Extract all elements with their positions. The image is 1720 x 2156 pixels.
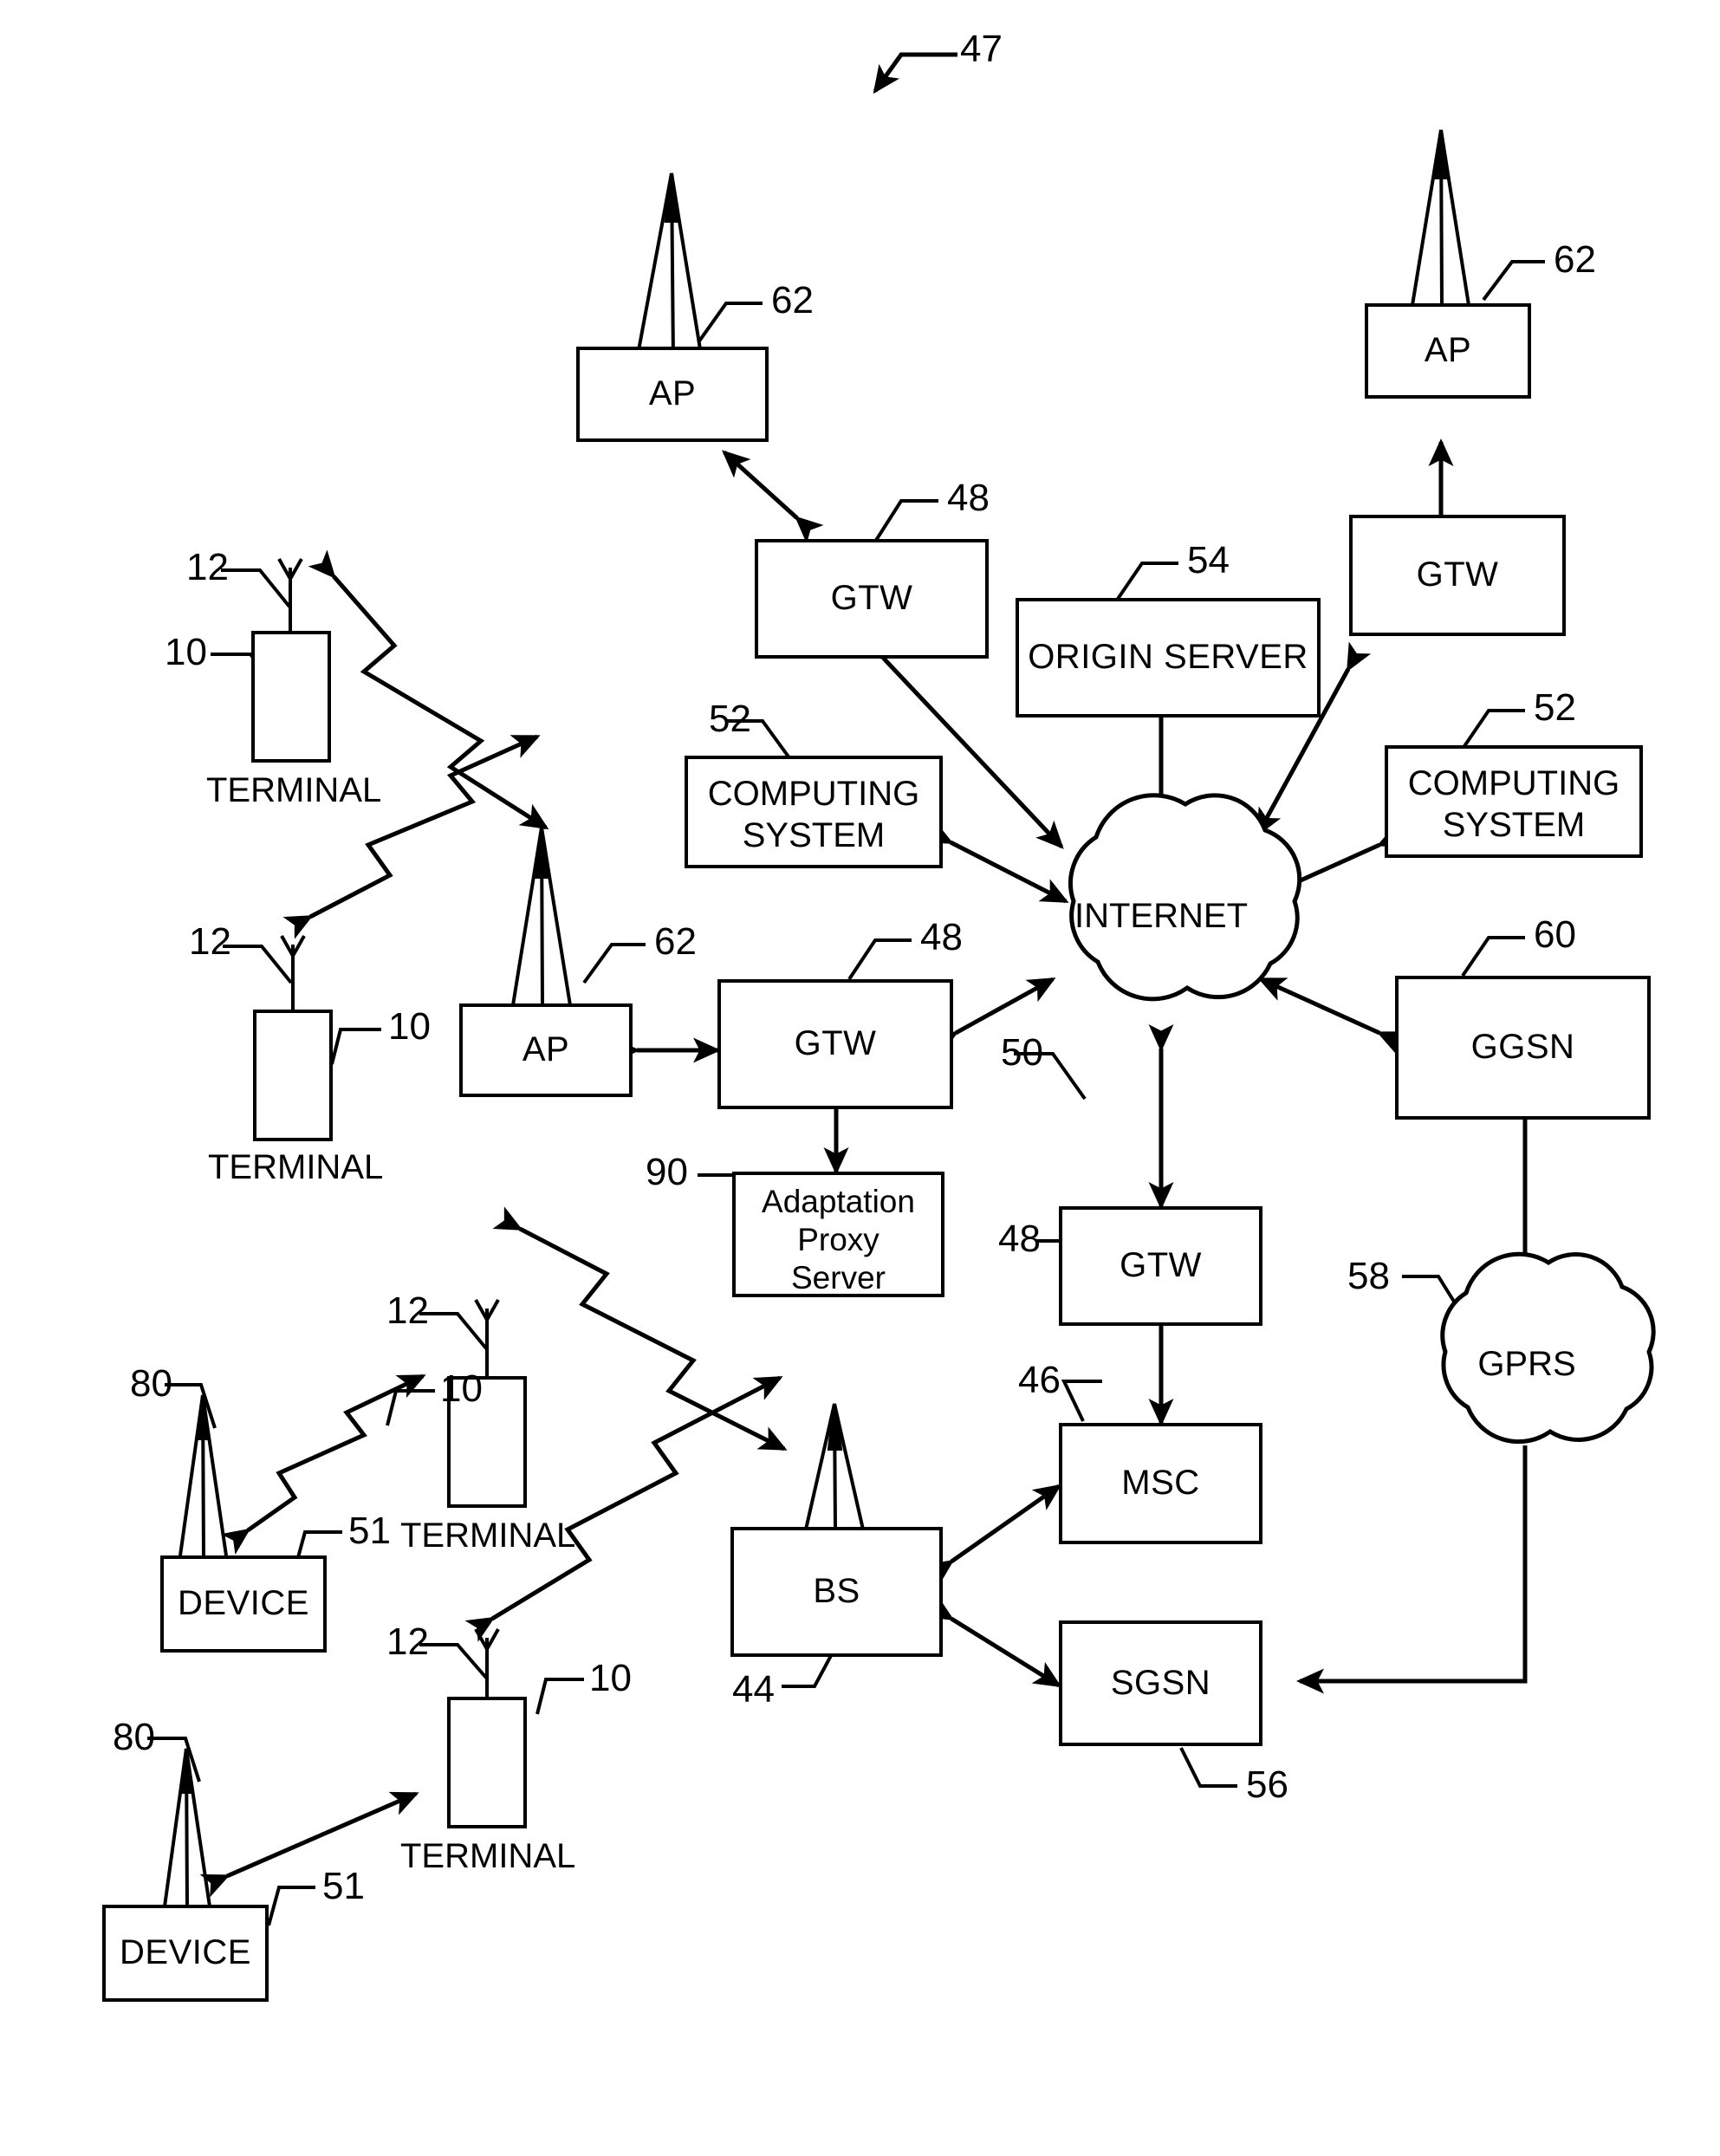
leader-sgsn — [1179, 1747, 1237, 1788]
gprs-cloud-label[interactable]: GPRS — [1449, 1345, 1605, 1384]
terminal-4-body[interactable] — [447, 1697, 527, 1828]
gtw-box-mid[interactable]: GTW — [717, 979, 953, 1109]
figure-ref-leader — [873, 52, 957, 94]
adaptation-proxy-line-3: Server — [791, 1260, 886, 1296]
ref-10-terminal-4: 10 — [589, 1657, 632, 1699]
computing-system-left-line-1: COMPUTING — [707, 775, 920, 813]
ref-12-terminal-3: 12 — [386, 1289, 429, 1332]
ref-51-device-2: 51 — [322, 1865, 365, 1907]
internet-cloud-label[interactable]: INTERNET — [1074, 897, 1248, 936]
leader-terminal-3-antenna — [419, 1312, 488, 1350]
ref-62-ap-top-left: 62 — [771, 279, 814, 321]
leader-gtw-mid — [847, 938, 912, 981]
ap-box-top-right[interactable]: AP — [1365, 303, 1531, 399]
leader-terminal-4-body — [535, 1678, 584, 1715]
ref-90-adaptation-proxy: 90 — [646, 1151, 688, 1193]
device-2-box[interactable]: DEVICE — [102, 1905, 269, 2002]
computing-system-box-right[interactable]: COMPUTING SYSTEM — [1385, 745, 1643, 858]
leader-origin-server — [1114, 562, 1178, 603]
bs-box[interactable]: BS — [730, 1527, 943, 1657]
leader-terminal-3-body — [386, 1389, 435, 1426]
leader-terminal-2-body — [330, 1028, 381, 1065]
terminal-4-label: TERMINAL — [400, 1837, 576, 1875]
ref-56-sgsn: 56 — [1246, 1763, 1288, 1806]
terminal-3-label: TERMINAL — [400, 1516, 576, 1555]
ref-48-gtw-top-left: 48 — [947, 477, 990, 519]
ref-62-ap-mid-left: 62 — [654, 920, 697, 963]
terminal-1-body[interactable] — [251, 631, 331, 763]
adaptation-proxy-line-1: Adaptation — [762, 1184, 915, 1219]
device-1-box[interactable]: DEVICE — [160, 1555, 327, 1653]
computing-system-right-line-1: COMPUTING — [1407, 764, 1620, 802]
leader-terminal-1-antenna — [221, 568, 291, 608]
ref-10-terminal-2: 10 — [388, 1005, 431, 1048]
leader-terminal-2-antenna — [223, 945, 293, 984]
link-gtw-mid-internet — [928, 977, 1056, 1056]
link-ggsn-internet — [1257, 977, 1407, 1055]
ref-80-device-1: 80 — [130, 1362, 172, 1405]
ref-50-internet: 50 — [1001, 1031, 1043, 1074]
computing-system-right-line-2: SYSTEM — [1442, 806, 1586, 844]
ref-10-terminal-3: 10 — [440, 1367, 483, 1410]
link-bs-msc — [924, 1484, 1062, 1586]
origin-server-box[interactable]: ORIGIN SERVER — [1016, 598, 1321, 718]
ref-80-device-2: 80 — [113, 1716, 155, 1758]
leader-device-2-body — [267, 1886, 315, 1926]
msc-box[interactable]: MSC — [1059, 1423, 1262, 1544]
link-gprs-sgsn — [1295, 1445, 1528, 1694]
ref-12-terminal-1: 12 — [186, 546, 229, 588]
gtw-box-top-right[interactable]: GTW — [1349, 515, 1566, 636]
terminal-2-label: TERMINAL — [208, 1148, 384, 1186]
terminal-1-label: TERMINAL — [206, 771, 382, 809]
computing-system-box-left[interactable]: COMPUTING SYSTEM — [685, 756, 943, 868]
ref-46-msc: 46 — [1018, 1359, 1061, 1401]
computing-system-left-line-2: SYSTEM — [742, 816, 886, 854]
figure-ref-number: 47 — [960, 28, 1003, 70]
gtw-box-bottom[interactable]: GTW — [1059, 1206, 1262, 1326]
leader-gtw-top-left — [873, 499, 938, 543]
antenna-device-1 — [178, 1394, 228, 1556]
ref-44-bs: 44 — [732, 1668, 775, 1711]
ref-62-ap-top-right: 62 — [1554, 238, 1596, 281]
ref-58-gprs: 58 — [1347, 1255, 1390, 1297]
sgsn-box[interactable]: SGSN — [1059, 1620, 1262, 1746]
adaptation-proxy-server-box[interactable]: Adaptation Proxy Server — [732, 1172, 944, 1297]
radio-link-device2-terminal4 — [199, 1791, 419, 1898]
adaptation-proxy-line-2: Proxy — [797, 1222, 879, 1257]
antenna-ap-top-left — [635, 172, 704, 360]
ap-box-top-left[interactable]: AP — [576, 347, 769, 442]
link-computing-left-internet — [923, 820, 1069, 904]
ref-10-terminal-1: 10 — [165, 631, 207, 673]
patent-figure-canvas: 47 AP 62 AP 62 AP 62 GTW 48 GTW ORIGIN S… — [0, 0, 1720, 2156]
gtw-box-top-left[interactable]: GTW — [755, 539, 989, 659]
radio-link-device1-terminal3 — [220, 1373, 426, 1555]
ref-12-terminal-4: 12 — [386, 1620, 429, 1663]
ref-12-terminal-2: 12 — [189, 920, 231, 963]
antenna-ap-top-right — [1411, 129, 1470, 306]
antenna-terminal-4 — [474, 1628, 500, 1698]
antenna-bs — [804, 1403, 865, 1530]
ref-48-gtw-bottom: 48 — [998, 1218, 1041, 1260]
antenna-device-2 — [163, 1748, 211, 1907]
ap-box-mid-left[interactable]: AP — [459, 1003, 633, 1097]
link-gtw-topleft-ap-topleft — [722, 450, 824, 544]
ref-52-computing-right: 52 — [1534, 686, 1576, 729]
terminal-2-body[interactable] — [253, 1010, 333, 1141]
ref-48-gtw-mid: 48 — [920, 916, 963, 958]
leader-terminal-4-antenna — [419, 1643, 488, 1679]
antenna-ap-mid-left — [511, 827, 572, 1006]
ref-52-computing-left: 52 — [709, 698, 751, 740]
ref-51-device-1: 51 — [348, 1510, 391, 1552]
ggsn-box[interactable]: GGSN — [1395, 976, 1651, 1120]
leader-msc — [1061, 1380, 1102, 1422]
link-bs-sgsn — [924, 1594, 1062, 1688]
radio-link-terminal2-ap-midleft — [282, 734, 541, 939]
ref-60-ggsn: 60 — [1534, 913, 1576, 956]
leader-computing-right — [1461, 709, 1525, 750]
ref-54-origin-server: 54 — [1187, 539, 1230, 581]
leader-ggsn — [1461, 936, 1525, 977]
